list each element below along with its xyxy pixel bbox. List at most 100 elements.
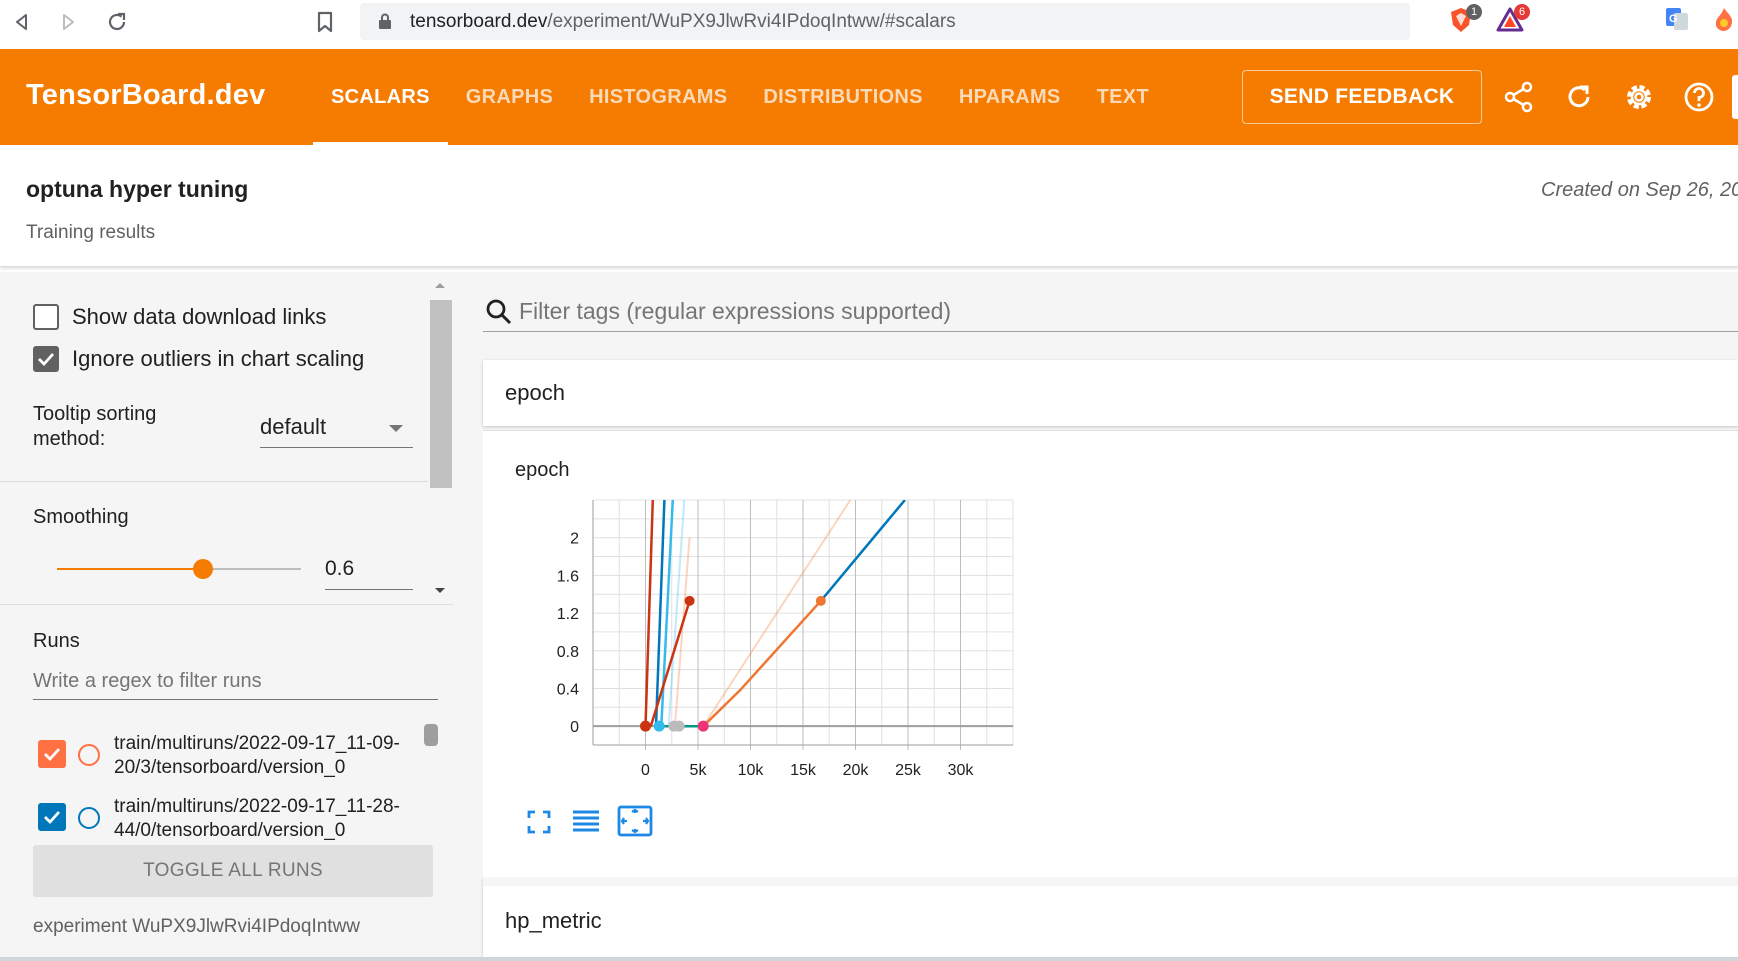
data-point-marker	[640, 720, 651, 732]
scroll-up-icon[interactable]	[433, 280, 447, 290]
series-line	[819, 500, 906, 602]
smoothing-slider[interactable]	[57, 559, 301, 579]
x-tick-label: 20k	[843, 762, 870, 779]
browser-toolbar: tensorboard.dev/experiment/WuPX9JlwRvi4I…	[0, 0, 1738, 44]
help-icon[interactable]	[1681, 79, 1717, 115]
run-checkbox[interactable]	[38, 803, 66, 831]
smoothing-slider-fill	[57, 568, 204, 570]
refresh-icon[interactable]	[1561, 79, 1597, 115]
sidebar: Show data download links Ignore outliers…	[0, 272, 453, 961]
series-end-marker	[815, 595, 826, 606]
toggle-all-runs-button[interactable]: TOGGLE ALL RUNS	[33, 845, 433, 897]
send-feedback-button[interactable]: SEND FEEDBACK	[1242, 70, 1482, 124]
tab-text[interactable]: TEXT	[1079, 49, 1167, 145]
tensorboard-header: TensorBoard.dev SCALARS GRAPHS HISTOGRAM…	[0, 49, 1738, 145]
tooltip-sorting-select[interactable]: default	[260, 410, 413, 448]
show-download-links-checkbox[interactable]	[33, 304, 59, 330]
back-icon[interactable]	[6, 6, 38, 38]
fullscreen-icon[interactable]	[525, 808, 553, 841]
x-tick-label: 10k	[738, 762, 765, 779]
lock-icon	[378, 13, 392, 35]
rewards-badge: 6	[1514, 4, 1530, 20]
run-item[interactable]: train/multiruns/2022-09-17_11-28-44/0/te…	[38, 795, 438, 847]
experiment-title: optuna hyper tuning	[26, 176, 249, 202]
chart-title: epoch	[515, 459, 570, 481]
smoothing-input[interactable]: 0.6	[325, 554, 413, 590]
run-checkbox[interactable]	[38, 740, 66, 768]
smoothing-slider-thumb[interactable]	[193, 559, 214, 579]
section-title: hp_metric	[505, 908, 602, 933]
fit-domain-icon[interactable]	[617, 805, 653, 842]
x-tick-label: 25k	[895, 762, 922, 779]
bookmark-icon[interactable]	[309, 6, 341, 38]
window-bottom-edge	[0, 957, 1738, 961]
dropdown-arrow-icon	[389, 425, 403, 432]
url-path: /experiment/WuPX9JlwRvi4IPdoqIntww/#scal…	[547, 11, 956, 32]
runs-filter-placeholder: Write a regex to filter runs	[33, 670, 262, 692]
ignore-outliers-label: Ignore outliers in chart scaling	[72, 346, 365, 371]
epoch-chart[interactable]: 0 0.4 0.8 1.2 1.6 2 0 5k 10k 15k 20k 25k 30k	[515, 490, 1015, 790]
tab-graphs[interactable]: GRAPHS	[448, 49, 571, 145]
hp-metric-section-header[interactable]: hp_metric	[483, 878, 1738, 961]
reload-icon[interactable]	[101, 6, 133, 38]
settings-scrollbar-thumb[interactable]	[430, 300, 452, 488]
run-name: train/multiruns/2022-09-17_11-28-44/0/te…	[114, 796, 400, 841]
runs-filter-input[interactable]: Write a regex to filter runs	[33, 662, 438, 700]
y-tick-label: 1.6	[557, 568, 579, 585]
epoch-section-header[interactable]: epoch	[483, 360, 1738, 426]
brave-rewards-icon[interactable]: 6	[1496, 4, 1530, 38]
experiment-created-date: Created on Sep 26, 20	[1541, 179, 1738, 201]
experiment-description: Training results	[26, 222, 156, 243]
settings-gear-icon[interactable]	[1621, 79, 1657, 115]
x-tick-label: 5k	[690, 762, 708, 779]
y-tick-label: 0	[570, 719, 579, 736]
settings-scrollbar[interactable]	[428, 280, 452, 598]
x-tick-label: 30k	[948, 762, 975, 779]
sidebar-divider	[0, 481, 428, 482]
scroll-down-icon[interactable]	[433, 586, 447, 596]
tab-distributions[interactable]: DISTRIBUTIONS	[745, 49, 940, 145]
shield-badge: 1	[1466, 4, 1482, 20]
checkmark-icon	[38, 353, 55, 367]
section-title: epoch	[505, 380, 565, 405]
filter-tags-placeholder: Filter tags (regular expressions support…	[519, 298, 952, 324]
tooltip-sorting-value: default	[260, 414, 327, 439]
search-icon	[486, 299, 512, 325]
toggle-log-scale-icon[interactable]	[571, 808, 601, 841]
tab-scalars[interactable]: SCALARS	[313, 49, 448, 145]
x-tick-label: 15k	[790, 762, 817, 779]
y-tick-label: 0.8	[557, 644, 579, 661]
tab-histograms[interactable]: HISTOGRAMS	[571, 49, 745, 145]
data-point-marker	[697, 720, 709, 732]
extension-fire-icon[interactable]	[1712, 6, 1738, 38]
url-text: tensorboard.dev/experiment/WuPX9JlwRvi4I…	[410, 11, 956, 33]
brand-logo[interactable]: TensorBoard.dev	[26, 79, 265, 112]
ignore-outliers-row[interactable]: Ignore outliers in chart scaling	[33, 346, 364, 372]
data-point-marker	[653, 720, 665, 732]
y-tick-label: 0.4	[557, 681, 579, 698]
ignore-outliers-checkbox[interactable]	[33, 346, 59, 372]
runs-scrollbar-thumb[interactable]	[424, 724, 438, 746]
filter-tags-input[interactable]: Filter tags (regular expressions support…	[483, 292, 1738, 332]
y-tick-label: 1.2	[557, 606, 579, 623]
plugin-tabs: SCALARS GRAPHS HISTOGRAMS DISTRIBUTIONS …	[313, 49, 1167, 145]
tab-hparams[interactable]: HPARAMS	[941, 49, 1079, 145]
header-overflow-edge	[1732, 75, 1738, 119]
x-tick-label: 0	[641, 762, 650, 779]
run-item[interactable]: train/multiruns/2022-09-17_11-09-20/3/te…	[38, 732, 438, 784]
share-icon[interactable]	[1501, 79, 1537, 115]
experiment-id: experiment WuPX9JlwRvi4IPdoqIntww	[33, 916, 361, 937]
show-download-links-label: Show data download links	[72, 304, 327, 329]
checkmark-icon	[44, 811, 61, 825]
smoothing-label: Smoothing	[33, 506, 129, 528]
forward-icon[interactable]	[52, 6, 84, 38]
y-tick-label: 2	[570, 531, 579, 548]
run-color-circle[interactable]	[78, 807, 100, 829]
translate-icon[interactable]: G	[1664, 6, 1696, 38]
run-color-circle[interactable]	[78, 744, 100, 766]
show-download-links-row[interactable]: Show data download links	[33, 304, 326, 330]
brave-shield-icon[interactable]: 1	[1448, 4, 1482, 38]
runs-label: Runs	[33, 630, 80, 652]
series-end-marker	[684, 595, 695, 606]
address-bar[interactable]: tensorboard.dev/experiment/WuPX9JlwRvi4I…	[360, 3, 1410, 40]
